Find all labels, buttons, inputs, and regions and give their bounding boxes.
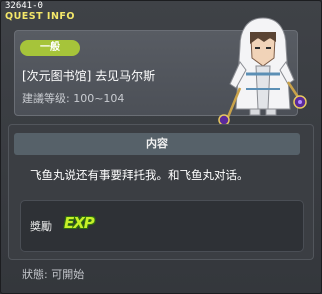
recommended-level: 建議等级: 100~104 <box>22 92 125 105</box>
npc-portrait-icon <box>218 17 307 124</box>
quest-description: 飞鱼丸说还有事要拜托我。和飞鱼丸对话。 <box>30 168 249 182</box>
quest-id: 32641-0 <box>5 1 43 11</box>
quest-name: [次元图书馆] 去见马尔斯 <box>22 69 156 83</box>
quest-status: 狀態: 可開始 <box>22 268 85 281</box>
reward-label: 獎勵 <box>30 220 52 233</box>
quest-type-badge: 一般 <box>20 40 80 56</box>
window-title: QUEST INFO <box>5 11 75 22</box>
reward-box <box>20 200 304 252</box>
exp-icon: EXP <box>64 214 95 232</box>
content-header: 内容 <box>14 133 300 155</box>
